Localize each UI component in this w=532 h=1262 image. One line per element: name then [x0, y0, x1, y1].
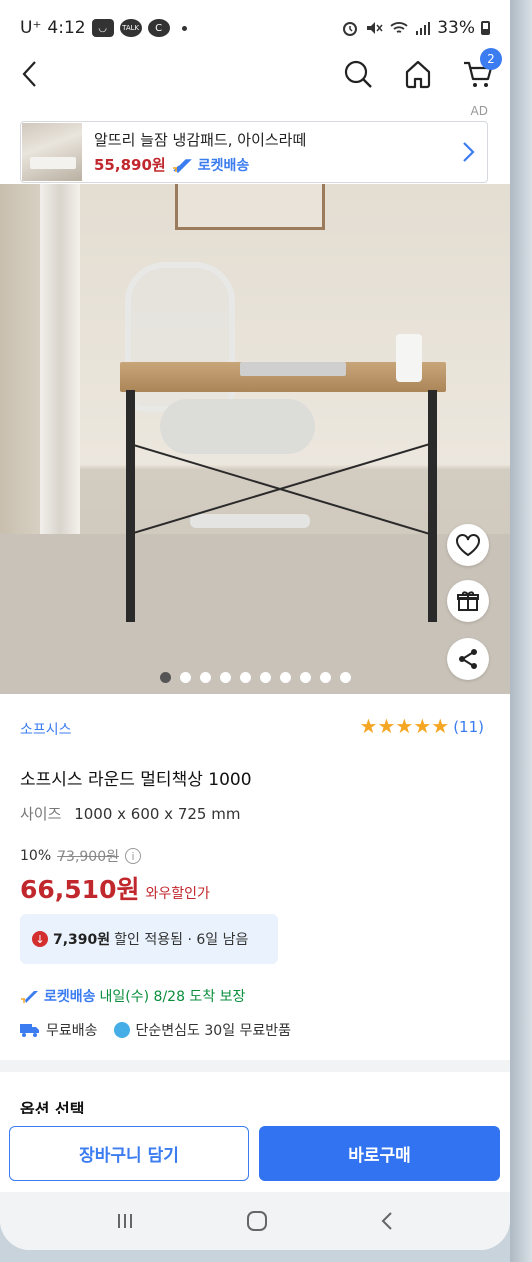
notification-app-icon: ◡	[91, 19, 114, 37]
original-price: 73,900원	[57, 849, 119, 865]
ad-rocket-label: 로켓배송	[197, 157, 250, 174]
ad-title: 알뜨리 늘잠 냉감패드, 아이스라떼	[94, 131, 307, 149]
search-button[interactable]	[338, 54, 378, 94]
carousel-dot[interactable]	[260, 672, 271, 683]
recent-apps-icon[interactable]	[115, 1211, 135, 1231]
carousel-dot[interactable]	[340, 672, 351, 683]
free-shipping-label: 무료배송	[46, 1023, 98, 1039]
carousel-dot[interactable]	[200, 672, 211, 683]
ad-banner[interactable]: 알뜨리 늘잠 냉감패드, 아이스라떼 55,890원 로켓배송	[20, 121, 488, 183]
cart-count-badge: 2	[480, 48, 502, 70]
signal-icon	[416, 22, 431, 35]
share-button[interactable]	[447, 638, 489, 680]
back-arrow-icon	[22, 61, 36, 87]
wow-discount-label: 와우할인가	[145, 886, 210, 902]
sale-price: 66,510원	[20, 875, 140, 904]
ad-price: 55,890원	[94, 156, 166, 174]
star-icon: ★	[359, 714, 378, 738]
free-return-label: 단순변심도 30일 무료반품	[135, 1023, 292, 1039]
size-label: 사이즈	[20, 805, 62, 823]
ad-tag: AD	[470, 104, 488, 118]
phone-screen: U⁺ 4:12 ◡ TALK C 33% 2 AD 알뜨리 늘잠 냉감패드, 아…	[0, 0, 510, 1250]
carousel-dot[interactable]	[320, 672, 331, 683]
home-nav-icon[interactable]	[246, 1210, 268, 1232]
star-icon: ★	[413, 714, 432, 738]
carousel-dot[interactable]	[240, 672, 251, 683]
info-icon[interactable]: i	[125, 848, 141, 864]
carousel-dot[interactable]	[280, 672, 291, 683]
discount-line: 10% 73,900원 i	[20, 846, 141, 866]
gift-icon	[457, 591, 479, 611]
rocket-icon	[172, 158, 192, 173]
coupon-text: 할인 적용됨 · 6일 남음	[114, 932, 249, 948]
delivery-info: 로켓배송 내일(수) 8/28 도착 보장	[20, 986, 245, 1006]
mute-icon	[367, 22, 383, 34]
system-navigation-bar	[0, 1192, 510, 1250]
arrow-down-icon: ↓	[32, 931, 48, 947]
battery-icon	[481, 21, 490, 35]
buy-now-button[interactable]: 바로구매	[259, 1126, 500, 1181]
shipping-benefits: 무료배송 단순변심도 30일 무료반품	[20, 1020, 291, 1040]
brand-link[interactable]: 소프시스	[20, 719, 72, 739]
rating[interactable]: ★★★★★ (11)	[360, 716, 484, 737]
discount-percent: 10%	[20, 848, 52, 864]
carousel-dot[interactable]	[160, 672, 171, 683]
image-curtain	[40, 184, 80, 564]
kakaotalk-icon: TALK	[119, 19, 142, 37]
more-notifications-dot	[181, 25, 187, 31]
coupon-banner: ↓ 7,390원 할인 적용됨 · 6일 남음	[20, 914, 278, 964]
review-count: (11)	[453, 717, 484, 736]
price-line: 66,510원 와우할인가	[20, 870, 210, 906]
image-laptop	[240, 362, 346, 376]
product-title: 소프시스 라운드 멀티책상 1000	[20, 770, 252, 790]
image-desk-crossbar	[130, 443, 430, 535]
image-pencil-cup	[396, 334, 422, 382]
rating-stars: ★★★★★	[360, 716, 450, 737]
search-icon	[344, 60, 372, 88]
back-nav-icon[interactable]	[379, 1210, 395, 1232]
status-bar: U⁺ 4:12 ◡ TALK C 33%	[0, 0, 510, 56]
coupang-notification-icon: C	[147, 19, 170, 37]
alarm-icon	[343, 22, 358, 36]
back-button[interactable]	[10, 54, 50, 94]
size-value: 1000 x 600 x 725 mm	[74, 805, 241, 823]
carousel-dot[interactable]	[220, 672, 231, 683]
carousel-indicator[interactable]	[160, 672, 351, 683]
wishlist-button[interactable]	[447, 524, 489, 566]
battery-percent: 33%	[437, 18, 475, 38]
bottom-action-bar: 장바구니 담기 바로구매	[0, 1114, 510, 1192]
product-image-carousel[interactable]	[0, 184, 510, 694]
star-icon: ★	[395, 714, 414, 738]
home-button[interactable]	[398, 54, 438, 94]
rocket-delivery-label: 로켓배송	[44, 989, 96, 1005]
rocket-icon	[21, 991, 38, 1003]
top-navigation: 2	[0, 48, 510, 96]
heart-icon	[456, 534, 480, 557]
star-icon: ★	[431, 714, 450, 738]
cart-button[interactable]: 2	[458, 48, 502, 94]
ad-thumbnail	[22, 123, 82, 181]
device-edge	[510, 0, 532, 1262]
section-divider	[0, 1060, 510, 1072]
carousel-dot[interactable]	[300, 672, 311, 683]
return-icon	[113, 1022, 130, 1038]
gift-button[interactable]	[447, 580, 489, 622]
truck-icon	[20, 1024, 39, 1037]
delivery-date: 내일(수) 8/28 도착 보장	[99, 989, 246, 1005]
star-icon: ★	[377, 714, 396, 738]
coupon-amount: 7,390원	[53, 932, 111, 948]
carrier-label: U⁺	[20, 18, 42, 38]
clock: 4:12	[47, 18, 86, 38]
wifi-icon	[390, 22, 408, 33]
image-picture-frame	[175, 184, 325, 230]
carousel-dot[interactable]	[180, 672, 191, 683]
chevron-right-icon	[463, 142, 475, 162]
add-to-cart-button[interactable]: 장바구니 담기	[9, 1126, 249, 1181]
share-icon	[459, 649, 477, 669]
size-info: 사이즈 1000 x 600 x 725 mm	[20, 803, 240, 824]
home-icon	[405, 60, 431, 89]
